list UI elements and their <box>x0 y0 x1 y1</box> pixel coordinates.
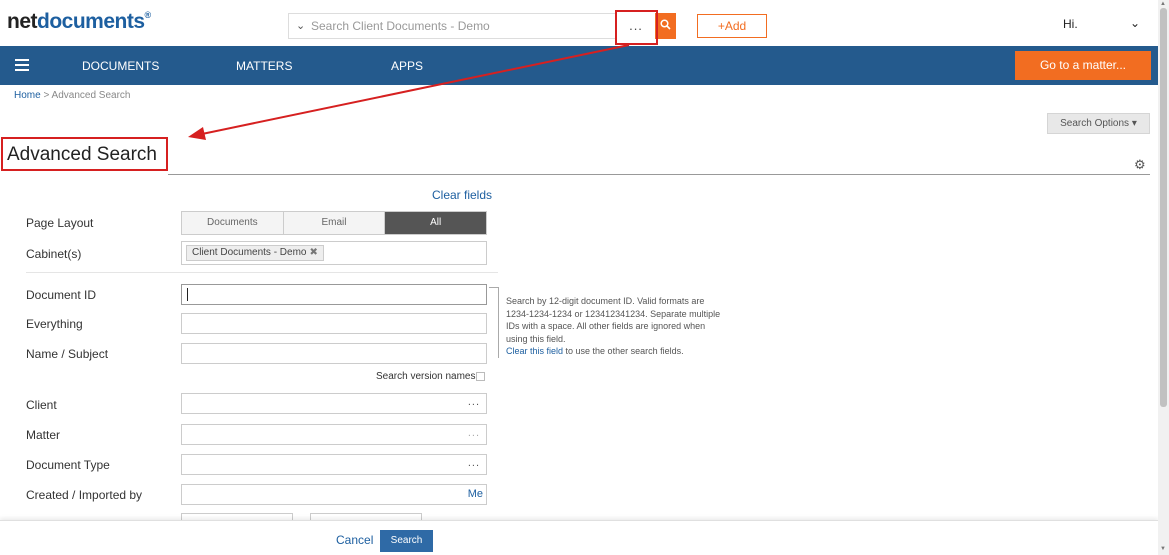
title-divider <box>168 174 1150 175</box>
logo-registered-mark: ® <box>144 10 152 20</box>
nav-item-documents[interactable]: DOCUMENTS <box>82 59 159 73</box>
user-menu-chevron-icon[interactable]: ⌄ <box>1130 16 1140 30</box>
remove-tag-icon[interactable]: ✖ <box>309 247 317 258</box>
global-search-input[interactable] <box>311 17 611 35</box>
matter-input[interactable]: ... <box>181 424 487 445</box>
cabinets-field[interactable]: Client Documents - Demo ✖ <box>181 241 487 265</box>
user-greeting[interactable]: Hi. <box>1063 17 1078 31</box>
document-type-lookup-icon[interactable]: ... <box>468 457 480 469</box>
document-type-input[interactable]: ... <box>181 454 487 475</box>
cabinet-tag: Client Documents - Demo ✖ <box>186 245 324 261</box>
everything-label: Everything <box>26 317 83 331</box>
search-options-dropdown[interactable]: Search Options ▾ <box>1047 113 1150 134</box>
help-suffix: to use the other search fields. <box>563 346 684 356</box>
client-lookup-icon[interactable]: ... <box>468 396 480 408</box>
clear-fields-link[interactable]: Clear fields <box>432 188 492 202</box>
add-button[interactable]: +Add <box>697 14 767 38</box>
document-id-help-text: Search by 12-digit document ID. Valid fo… <box>506 295 721 358</box>
breadcrumb-separator: > <box>40 90 52 101</box>
me-link[interactable]: Me <box>468 488 483 500</box>
netdocuments-logo[interactable]: netdocuments® <box>7 10 151 34</box>
clear-this-field-link[interactable]: Clear this field <box>506 346 563 356</box>
document-id-input[interactable] <box>181 284 487 305</box>
cabinets-label: Cabinet(s) <box>26 247 82 261</box>
search-scope-chevron-icon[interactable]: ⌄ <box>296 19 305 32</box>
page-title: Advanced Search <box>7 144 157 165</box>
layout-option-all[interactable]: All <box>385 212 487 234</box>
nav-item-apps[interactable]: APPS <box>391 59 423 73</box>
form-section-divider <box>26 272 498 273</box>
cancel-button[interactable]: Cancel <box>336 533 373 547</box>
search-version-names-checkbox[interactable] <box>476 372 485 381</box>
scroll-up-icon[interactable]: ▲ <box>1160 1 1166 7</box>
hamburger-menu-icon[interactable] <box>15 59 29 71</box>
document-type-label: Document Type <box>26 458 110 472</box>
global-search-box[interactable]: ⌄ <box>288 13 616 39</box>
breadcrumb-home-link[interactable]: Home <box>14 90 41 101</box>
created-by-label: Created / Imported by <box>26 488 143 502</box>
top-header: netdocuments® ⌄ ... +Add Hi. ⌄ <box>0 0 1158 46</box>
everything-input[interactable] <box>181 313 487 334</box>
page-scrollbar[interactable]: ▲ ▼ <box>1158 0 1169 555</box>
gear-icon[interactable]: ⚙ <box>1134 157 1146 173</box>
page-layout-label: Page Layout <box>26 216 94 230</box>
name-subject-label: Name / Subject <box>26 347 109 361</box>
layout-option-documents[interactable]: Documents <box>182 212 284 234</box>
main-nav-bar: DOCUMENTS MATTERS APPS <box>0 46 1158 85</box>
name-subject-input[interactable] <box>181 343 487 364</box>
search-button[interactable]: Search <box>380 530 433 552</box>
search-icon <box>660 19 671 30</box>
cabinet-tag-label: Client Documents - Demo <box>192 247 307 258</box>
help-body: Search by 12-digit document ID. Valid fo… <box>506 296 721 344</box>
created-by-input[interactable]: Me <box>181 484 487 505</box>
help-bracket <box>489 287 499 358</box>
scrollbar-thumb[interactable] <box>1160 8 1167 407</box>
logo-net-text: net <box>7 10 38 33</box>
nav-item-matters[interactable]: MATTERS <box>236 59 292 73</box>
advanced-search-more-button[interactable]: ... <box>617 13 655 43</box>
client-label: Client <box>26 398 57 412</box>
layout-option-email[interactable]: Email <box>283 212 386 234</box>
go-to-matter-button[interactable]: Go to a matter... <box>1015 51 1151 80</box>
form-footer: Cancel Search <box>0 520 1158 555</box>
client-input[interactable]: ... <box>181 393 487 414</box>
breadcrumb: Home > Advanced Search <box>14 90 131 101</box>
page-layout-segmented-control: Documents Email All <box>181 211 487 235</box>
search-version-names-label: Search version names <box>376 371 476 382</box>
matter-lookup-icon[interactable]: ... <box>468 427 480 439</box>
matter-label: Matter <box>26 428 61 442</box>
search-submit-button[interactable] <box>655 13 676 39</box>
breadcrumb-current: Advanced Search <box>51 90 131 101</box>
document-id-label: Document ID <box>26 288 97 302</box>
logo-documents-text: documents <box>37 10 145 33</box>
text-caret <box>187 288 188 301</box>
scroll-down-icon[interactable]: ▼ <box>1160 546 1166 552</box>
